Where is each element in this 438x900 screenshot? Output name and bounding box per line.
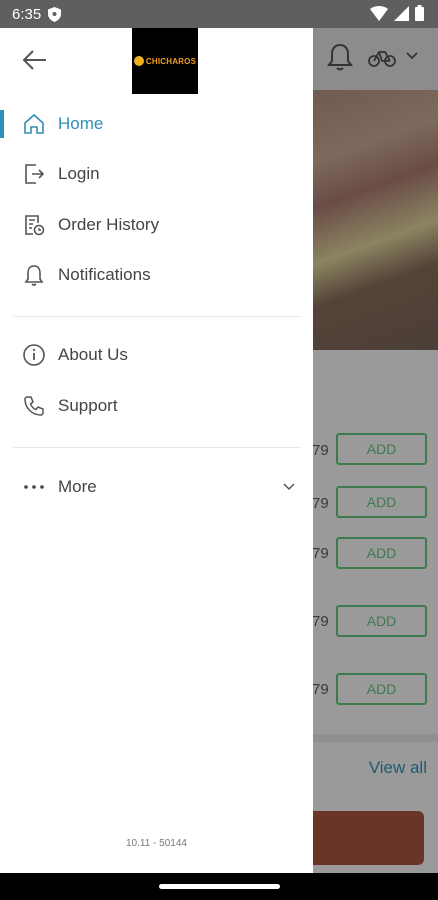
more-dots-icon — [24, 485, 44, 489]
menu-label-support: Support — [58, 396, 118, 415]
menu-item-support[interactable]: Support — [0, 384, 313, 428]
item-price: 79 — [312, 613, 329, 630]
shield-icon — [48, 7, 61, 22]
menu-label-about-us: About Us — [58, 345, 128, 364]
home-gesture-handle[interactable] — [159, 884, 280, 889]
menu-divider — [13, 316, 301, 317]
item-price: 79 — [312, 495, 329, 512]
menu-item-login[interactable]: Login — [0, 152, 313, 196]
menu-item-order-history[interactable]: Order History — [0, 203, 313, 247]
menu-label-home: Home — [58, 114, 104, 133]
menu-label-order-history: Order History — [58, 215, 160, 234]
menu-item-about-us[interactable]: About Us — [0, 333, 313, 377]
order-history-icon — [25, 215, 45, 236]
item-price: 79 — [312, 681, 329, 698]
menu-item-more[interactable]: More — [0, 465, 313, 509]
menu-label-login: Login — [58, 164, 100, 183]
add-button[interactable]: ADD — [336, 486, 427, 518]
menu-label-notifications: Notifications — [58, 265, 151, 284]
menu-divider — [13, 447, 301, 448]
system-icons — [370, 5, 424, 21]
signal-icon — [394, 5, 409, 21]
item-price: 79 — [312, 545, 329, 562]
wifi-icon — [370, 5, 388, 21]
add-button[interactable]: ADD — [336, 673, 427, 705]
phone-icon — [24, 396, 44, 416]
bell-icon — [327, 43, 353, 71]
home-icon — [24, 113, 44, 134]
add-button[interactable]: ADD — [336, 433, 427, 465]
menu-item-home[interactable]: Home — [0, 102, 313, 146]
logo-text: CHICHAROS — [145, 56, 197, 66]
brand-logo: CHICHAROS — [132, 28, 198, 94]
logo-mark-icon — [133, 56, 144, 66]
status-bar: 6:35 — [0, 0, 438, 28]
view-all-link[interactable]: View all — [369, 758, 427, 778]
menu-item-notifications[interactable]: Notifications — [0, 253, 313, 297]
info-icon — [23, 344, 45, 366]
login-icon — [25, 164, 45, 184]
chevron-down-icon — [406, 52, 418, 60]
back-arrow-icon[interactable] — [22, 49, 48, 71]
chevron-down-icon — [283, 483, 295, 491]
food-banner-image — [300, 90, 438, 350]
item-price: 79 — [312, 442, 329, 459]
app-version: 10.11 - 50144 — [126, 838, 187, 849]
add-button[interactable]: ADD — [336, 605, 427, 637]
system-navigation-bar — [0, 873, 438, 900]
navigation-drawer: CHICHAROS Home Login Order History Notif… — [0, 28, 313, 873]
checkout-button[interactable] — [300, 811, 424, 865]
add-button[interactable]: ADD — [336, 537, 427, 569]
menu-label-more: More — [58, 477, 97, 496]
active-indicator — [0, 110, 4, 138]
bell-icon — [24, 265, 44, 286]
cycle-icon — [368, 51, 396, 67]
status-time: 6:35 — [12, 6, 42, 23]
battery-icon — [415, 5, 424, 21]
